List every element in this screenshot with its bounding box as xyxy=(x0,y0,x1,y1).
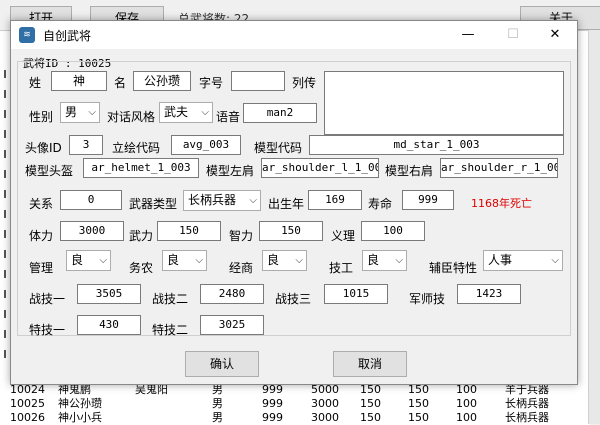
gender-select[interactable]: 男 ⌵ xyxy=(60,102,100,123)
special-skill-1-label: 特技一 xyxy=(29,323,66,337)
commerce-select[interactable]: 良 ⌵ xyxy=(262,250,307,271)
maximize-icon: ☐ xyxy=(507,27,519,42)
given-name-field[interactable]: 公孙瓒 xyxy=(133,71,191,91)
given-name-label: 名 xyxy=(114,76,127,90)
table-row[interactable]: 10025 神公孙瓒 男 999 3000 150 150 100 长柄兵器 xyxy=(0,397,590,411)
model-right-shoulder-label: 模型右肩 xyxy=(385,164,434,178)
chevron-down-icon: ⌵ xyxy=(99,255,107,266)
close-icon[interactable]: ✕ xyxy=(533,21,577,49)
courtesy-field[interactable] xyxy=(231,71,285,91)
loyalty-field[interactable]: 100 xyxy=(361,221,425,241)
table-row-markers xyxy=(0,30,10,424)
table-row[interactable]: 10024 神鬼鹏 吴鬼阳 男 999 5000 150 150 100 羊于兵… xyxy=(0,383,590,397)
dialog-style-label: 对话风格 xyxy=(107,110,156,124)
minimize-icon[interactable]: — xyxy=(446,21,490,49)
table-scrollbar[interactable] xyxy=(588,30,600,424)
portrait-code-label: 立绘代码 xyxy=(112,141,161,155)
lifespan-field[interactable]: 999 xyxy=(402,190,454,210)
chevron-down-icon: ⌵ xyxy=(201,107,209,118)
app-icon: ≋ xyxy=(19,27,35,43)
battle-skill-1-field[interactable]: 3505 xyxy=(77,284,141,304)
dialog-style-select[interactable]: 武夫 ⌵ xyxy=(159,102,213,123)
strategist-skill-field[interactable]: 1423 xyxy=(457,284,521,304)
intellect-field[interactable]: 150 xyxy=(259,221,323,241)
biography-textarea[interactable] xyxy=(324,71,564,135)
stamina-label: 体力 xyxy=(29,229,54,243)
birth-year-field[interactable]: 169 xyxy=(308,190,362,210)
engineering-label: 技工 xyxy=(329,261,354,275)
biography-label: 列传 xyxy=(292,76,317,90)
avatar-id-field[interactable]: 3 xyxy=(69,135,103,155)
special-skill-1-field[interactable]: 430 xyxy=(77,315,141,335)
model-right-shoulder-field[interactable]: ar_shoulder_r_1_003 xyxy=(440,158,558,178)
battle-skill-3-field[interactable]: 1015 xyxy=(324,284,388,304)
chevron-down-icon: ⌵ xyxy=(551,255,559,266)
avatar-id-label: 头像ID xyxy=(25,141,62,155)
confirm-button[interactable]: 确认 xyxy=(185,351,259,377)
model-left-shoulder-field[interactable]: ar_shoulder_l_1_003 xyxy=(261,158,379,178)
surname-label: 姓 xyxy=(29,76,42,90)
advisor-trait-label: 辅臣特性 xyxy=(429,261,478,275)
dialog-titlebar[interactable]: ≋ 自创武将 — ☐ ✕ xyxy=(11,21,577,49)
voice-label: 语音 xyxy=(216,110,241,124)
model-code-field[interactable]: md_star_1_003 xyxy=(309,135,564,155)
battle-skill-1-label: 战技一 xyxy=(29,292,66,306)
special-skill-2-label: 特技二 xyxy=(152,323,189,337)
stamina-field[interactable]: 3000 xyxy=(60,221,124,241)
model-helmet-field[interactable]: ar_helmet_1_003 xyxy=(83,158,199,178)
dialog-title: 自创武将 xyxy=(43,29,92,43)
farming-select[interactable]: 良 ⌵ xyxy=(162,250,207,271)
model-helmet-label: 模型头盔 xyxy=(25,164,74,178)
surname-field[interactable]: 神 xyxy=(51,71,107,91)
create-general-dialog: ≋ 自创武将 — ☐ ✕ 武将ID : 10025 姓 神 名 公孙瓒 字号 列… xyxy=(10,20,578,385)
battle-skill-2-label: 战技二 xyxy=(152,292,189,306)
chevron-down-icon: ⌵ xyxy=(295,255,303,266)
voice-field[interactable]: man2 xyxy=(243,103,317,123)
intellect-label: 智力 xyxy=(229,229,254,243)
commerce-label: 经商 xyxy=(229,261,254,275)
loyalty-label: 义理 xyxy=(331,229,356,243)
portrait-code-field[interactable]: avg_003 xyxy=(171,135,241,155)
model-left-shoulder-label: 模型左肩 xyxy=(206,164,255,178)
gender-label: 性别 xyxy=(29,110,54,124)
birth-year-label: 出生年 xyxy=(268,197,305,211)
relation-label: 关系 xyxy=(29,197,54,211)
special-skill-2-field[interactable]: 3025 xyxy=(200,315,264,335)
weapon-type-select[interactable]: 长柄兵器 ⌵ xyxy=(183,190,261,211)
advisor-trait-select[interactable]: 人事 ⌵ xyxy=(483,250,563,271)
courtesy-label: 字号 xyxy=(199,76,224,90)
management-label: 管理 xyxy=(29,261,54,275)
relation-field[interactable]: 0 xyxy=(60,190,122,210)
weapon-type-label: 武器类型 xyxy=(129,197,178,211)
chevron-down-icon: ⌵ xyxy=(195,255,203,266)
management-select[interactable]: 良 ⌵ xyxy=(66,250,111,271)
table-row[interactable]: 10026 神小小兵 男 999 3000 150 150 100 长柄兵器 xyxy=(0,411,590,425)
strategist-skill-label: 军师技 xyxy=(409,292,446,306)
battle-skill-3-label: 战技三 xyxy=(275,292,312,306)
battle-skill-2-field[interactable]: 2480 xyxy=(200,284,264,304)
farming-label: 务农 xyxy=(129,261,154,275)
chevron-down-icon: ⌵ xyxy=(88,107,96,118)
chevron-down-icon: ⌵ xyxy=(395,255,403,266)
strength-label: 武力 xyxy=(129,229,154,243)
model-code-label: 模型代码 xyxy=(254,141,303,155)
lifespan-label: 寿命 xyxy=(368,197,393,211)
death-year-text: 1168年死亡 xyxy=(471,197,532,210)
cancel-button[interactable]: 取消 xyxy=(333,351,407,377)
engineering-select[interactable]: 良 ⌵ xyxy=(362,250,407,271)
chevron-down-icon: ⌵ xyxy=(249,195,257,206)
strength-field[interactable]: 150 xyxy=(157,221,221,241)
